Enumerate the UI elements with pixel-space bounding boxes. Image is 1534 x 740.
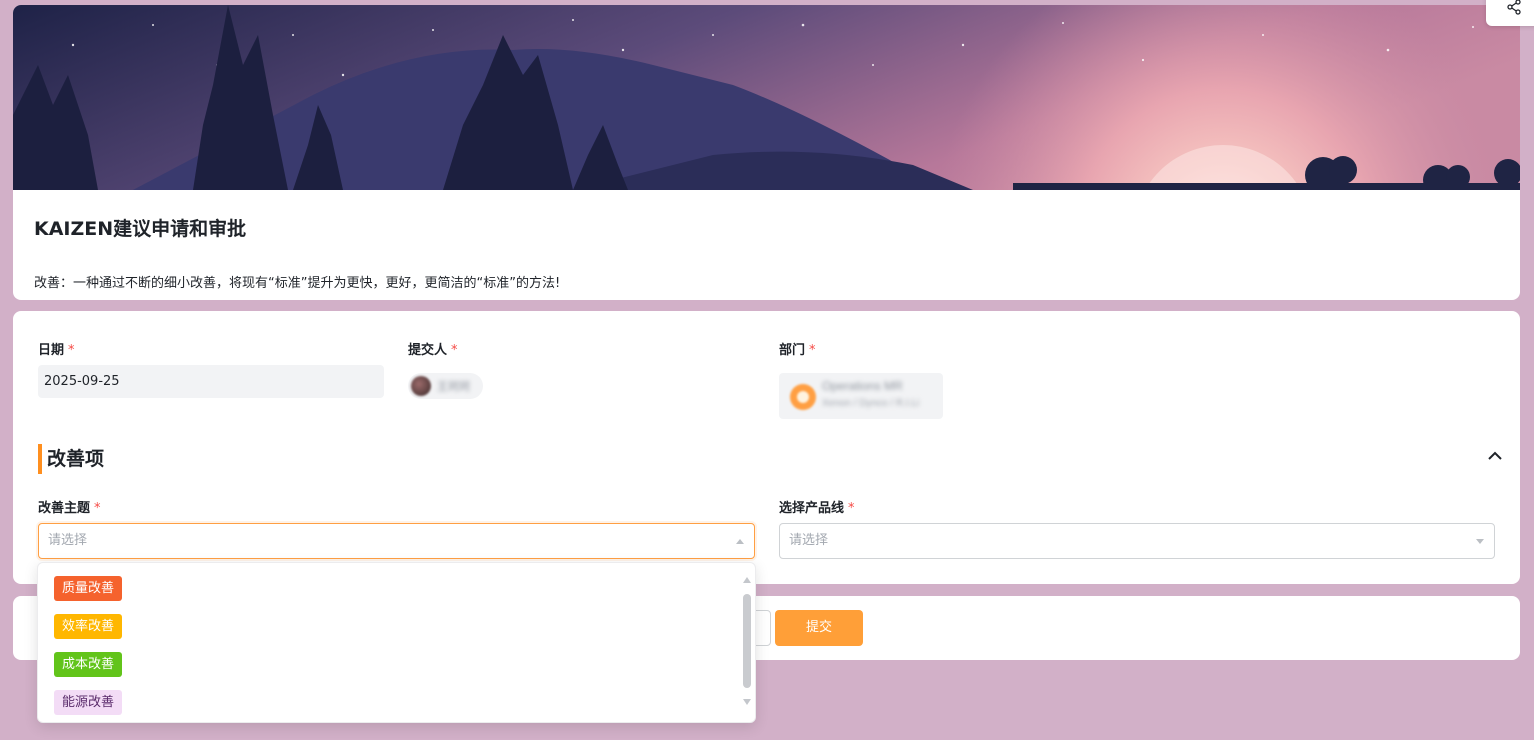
- product-line-label: 选择产品线 *: [779, 497, 855, 516]
- required-mark: *: [94, 501, 101, 516]
- topic-select[interactable]: 请选择: [38, 523, 755, 559]
- collapse-section-button[interactable]: [1485, 446, 1505, 466]
- product-line-label-text: 选择产品线: [779, 501, 845, 516]
- topic-label-text: 改善主题: [38, 501, 91, 516]
- topic-select-placeholder: 请选择: [48, 533, 88, 548]
- dropdown-option-efficiency[interactable]: 效率改善: [54, 614, 123, 639]
- product-line-select[interactable]: 请选择: [779, 523, 1495, 559]
- dropdown-scrollbar-thumb[interactable]: [743, 594, 751, 688]
- topic-label: 改善主题 *: [38, 497, 101, 516]
- submit-button[interactable]: 提交: [775, 610, 863, 646]
- dropdown-option-energy[interactable]: 能源改善: [54, 690, 123, 715]
- department-chip[interactable]: Operations MR Xenon / Dynco / R.I.Li: [779, 373, 943, 419]
- date-label: 日期 *: [38, 339, 75, 358]
- department-label: 部门 *: [779, 339, 816, 358]
- department-path: Xenon / Dynco / R.I.Li: [822, 398, 920, 409]
- section-title: 改善项: [38, 444, 104, 474]
- form-fields-card: 日期 * 2025-09-25 提交人 * 王珂珂 部门 * Operations M…: [13, 311, 1520, 584]
- product-line-select-placeholder: 请选择: [789, 533, 829, 548]
- department-name: Operations MR: [822, 379, 903, 393]
- dropdown-option-cost[interactable]: 成本改善: [54, 652, 123, 677]
- submitter-chip[interactable]: 王珂珂: [408, 373, 483, 399]
- date-field[interactable]: 2025-09-25: [38, 365, 384, 398]
- required-mark: *: [451, 343, 458, 358]
- share-icon: [1506, 0, 1522, 19]
- required-mark: *: [68, 343, 75, 358]
- submitter-label-text: 提交人: [408, 343, 448, 358]
- submitter-label: 提交人 *: [408, 339, 458, 358]
- submitter-name: 王珂珂: [437, 380, 470, 393]
- avatar: [411, 376, 431, 396]
- required-mark: *: [848, 501, 855, 516]
- caret-down-icon: [1476, 539, 1484, 544]
- header-banner-image: [13, 5, 1520, 190]
- scroll-up-arrow-icon[interactable]: [743, 577, 751, 583]
- topic-dropdown-menu: 质量改善 效率改善 成本改善 能源改善: [37, 562, 756, 723]
- dropdown-option-quality[interactable]: 质量改善: [54, 576, 123, 601]
- required-mark: *: [809, 343, 816, 358]
- chevron-up-icon: [1485, 451, 1505, 470]
- department-label-text: 部门: [779, 343, 806, 358]
- caret-up-icon: [736, 539, 744, 544]
- form-header-card: KAIZEN建议申请和审批 改善：一种通过不断的细小改善，将现有“标准”提升为更…: [13, 5, 1520, 300]
- share-button[interactable]: [1486, 0, 1534, 26]
- form-title: KAIZEN建议申请和审批: [34, 218, 247, 240]
- form-description: 改善：一种通过不断的细小改善，将现有“标准”提升为更快，更好，更简洁的“标准”的…: [34, 276, 561, 291]
- date-label-text: 日期: [38, 343, 65, 358]
- department-icon: [790, 384, 816, 410]
- scroll-down-arrow-icon[interactable]: [743, 699, 751, 705]
